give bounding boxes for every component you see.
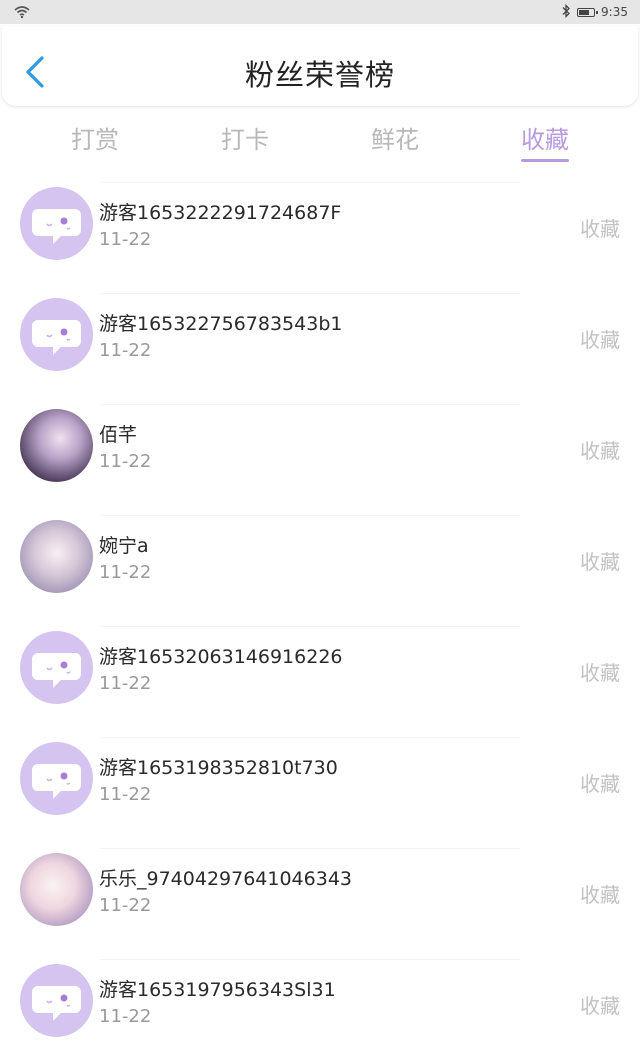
row-date: 11-22	[99, 340, 152, 361]
row-divider	[100, 959, 520, 960]
header-bar: 粉丝荣誉榜	[2, 26, 638, 106]
row-divider	[100, 404, 520, 405]
chat-bubble-icon	[32, 764, 81, 799]
user-name: 游客165322756783543b1	[99, 313, 343, 335]
row-action-label: 收藏	[580, 661, 620, 685]
avatar	[20, 298, 93, 371]
wifi-icon	[14, 4, 30, 23]
row-date: 11-22	[99, 784, 152, 805]
row-action-label: 收藏	[580, 550, 620, 574]
list-item[interactable]: 游客16532063146916226 11-22 收藏	[0, 614, 640, 725]
user-name: 游客1653222291724687F	[99, 202, 342, 224]
avatar	[20, 409, 93, 482]
avatar	[20, 964, 93, 1037]
active-tab-indicator	[521, 159, 569, 162]
user-name: 游客1653197956343Sl31	[99, 979, 336, 1001]
tab-checkin[interactable]: 打卡	[185, 120, 305, 155]
status-bar: 9:35	[0, 0, 640, 24]
chat-bubble-icon	[32, 653, 81, 688]
battery-icon	[577, 7, 599, 17]
tab-flowers[interactable]: 鲜花	[335, 120, 455, 155]
row-divider	[100, 515, 520, 516]
row-action-label: 收藏	[580, 883, 620, 907]
row-date: 11-22	[99, 895, 152, 916]
user-name: 婉宁a	[99, 535, 149, 557]
row-action-label: 收藏	[580, 328, 620, 352]
list-item[interactable]: 婉宁a 11-22 收藏	[0, 503, 640, 614]
avatar	[20, 742, 93, 815]
user-name: 游客1653198352810t730	[99, 757, 338, 779]
row-action-label: 收藏	[580, 439, 620, 463]
row-date: 11-22	[99, 562, 152, 583]
tab-reward[interactable]: 打赏	[35, 120, 155, 155]
list-item[interactable]: 佰芊 11-22 收藏	[0, 392, 640, 503]
avatar	[20, 187, 93, 260]
chat-bubble-icon	[32, 986, 81, 1021]
row-action-label: 收藏	[580, 772, 620, 796]
row-divider	[100, 293, 520, 294]
page-title: 粉丝荣誉榜	[244, 58, 395, 92]
chat-bubble-icon	[32, 209, 81, 244]
user-name: 乐乐_97404297641046343	[99, 868, 353, 890]
row-date: 11-22	[99, 673, 152, 694]
row-action-label: 收藏	[580, 994, 620, 1018]
row-divider	[100, 182, 520, 183]
row-divider	[100, 737, 520, 738]
chat-bubble-icon	[32, 320, 81, 355]
row-date: 11-22	[99, 229, 152, 250]
tab-favorites[interactable]: 收藏	[485, 120, 605, 155]
list-item[interactable]: 游客165322756783543b1 11-22 收藏	[0, 281, 640, 392]
list-item[interactable]: 游客1653197956343Sl31 11-22 收藏	[0, 947, 640, 1058]
avatar	[20, 631, 93, 704]
row-divider	[100, 626, 520, 627]
row-divider	[100, 848, 520, 849]
user-name: 游客16532063146916226	[99, 646, 343, 668]
avatar	[20, 520, 93, 593]
list-item[interactable]: 游客1653198352810t730 11-22 收藏	[0, 725, 640, 836]
row-action-label: 收藏	[580, 217, 620, 241]
avatar	[20, 853, 93, 926]
row-date: 11-22	[99, 451, 152, 472]
status-time: 9:35	[601, 5, 628, 19]
tab-bar: 打赏 打卡 鲜花 收藏	[0, 108, 640, 164]
bluetooth-icon	[561, 3, 571, 21]
user-name: 佰芊	[99, 424, 138, 446]
list-item[interactable]: 游客1653222291724687F 11-22 收藏	[0, 170, 640, 281]
list-item[interactable]: 乐乐_97404297641046343 11-22 收藏	[0, 836, 640, 947]
